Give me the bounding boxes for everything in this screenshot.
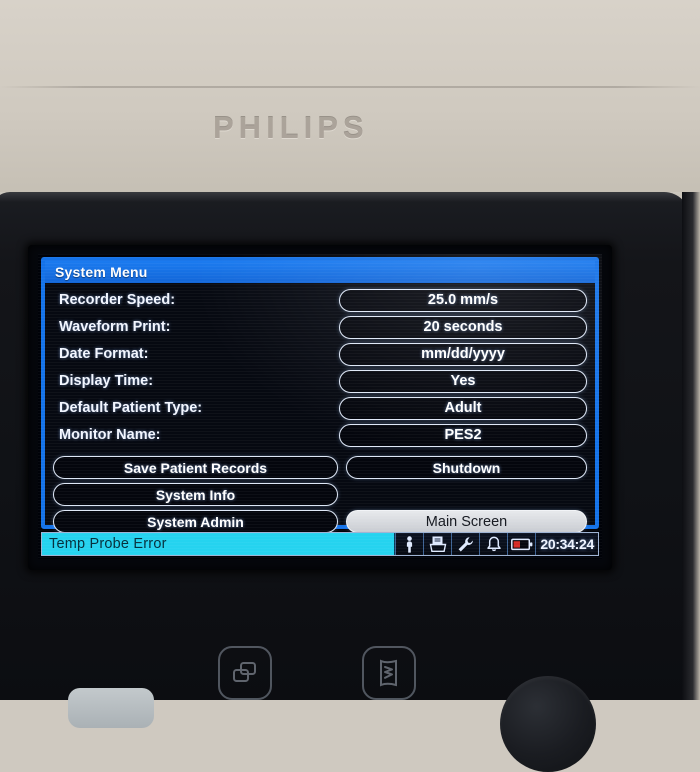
setting-label: Monitor Name: bbox=[59, 427, 161, 443]
main-screen-button[interactable]: Main Screen bbox=[346, 510, 587, 533]
bezel-seam bbox=[0, 86, 700, 88]
setting-label: Display Time: bbox=[59, 373, 154, 389]
device-top-bezel: PHILIPS bbox=[0, 0, 700, 196]
lcd-recess: System Menu Recorder Speed: 25.0 mm/s Wa… bbox=[28, 245, 612, 570]
setting-value: mm/dd/yyyy bbox=[421, 346, 505, 362]
setting-value: Yes bbox=[450, 373, 476, 389]
system-info-button[interactable]: System Info bbox=[53, 483, 338, 506]
clock-time: 20:34:24 bbox=[540, 536, 594, 552]
alarm-message-banner[interactable]: Temp Probe Error bbox=[42, 533, 396, 555]
monitor-name-value-button[interactable]: PES2 bbox=[339, 423, 587, 447]
action-column-right: Shutdown Main Screen bbox=[346, 456, 587, 533]
philips-logo: PHILIPS bbox=[213, 110, 369, 145]
setting-value: PES2 bbox=[444, 427, 482, 443]
lcd-screen: System Menu Recorder Speed: 25.0 mm/s Wa… bbox=[38, 254, 602, 559]
setting-row-display-time: Display Time: Yes bbox=[53, 368, 587, 394]
setting-row-date-format: Date Format: mm/dd/yyyy bbox=[53, 341, 587, 367]
shutdown-button[interactable]: Shutdown bbox=[346, 456, 587, 479]
menu-titlebar: System Menu bbox=[45, 261, 595, 283]
bell-icon[interactable] bbox=[479, 533, 508, 555]
setting-value: Adult bbox=[444, 400, 482, 416]
body-highlight bbox=[0, 192, 690, 202]
setting-row-default-patient-type: Default Patient Type: Adult bbox=[53, 395, 587, 421]
system-menu-panel: System Menu Recorder Speed: 25.0 mm/s Wa… bbox=[41, 257, 599, 533]
system-clock: 20:34:24 bbox=[535, 533, 598, 555]
setting-label: Recorder Speed: bbox=[59, 292, 176, 308]
waveform-strip-icon bbox=[380, 659, 397, 687]
date-format-value-button[interactable]: mm/dd/yyyy bbox=[339, 342, 587, 366]
setting-row-waveform-print: Waveform Print: 20 seconds bbox=[53, 314, 587, 340]
status-icon-group bbox=[395, 533, 536, 555]
setting-label: Default Patient Type: bbox=[59, 400, 203, 416]
action-buttons-area: Save Patient Records System Info System … bbox=[53, 456, 587, 533]
default-patient-type-value-button[interactable]: Adult bbox=[339, 396, 587, 420]
record-waveform-button[interactable] bbox=[362, 646, 416, 700]
setting-label: Waveform Print: bbox=[59, 319, 171, 335]
display-time-value-button[interactable]: Yes bbox=[339, 369, 587, 393]
action-spacer bbox=[346, 483, 587, 506]
setting-value: 20 seconds bbox=[423, 319, 503, 335]
screens-icon bbox=[233, 662, 256, 682]
system-admin-button[interactable]: System Admin bbox=[53, 510, 338, 533]
wrench-icon[interactable] bbox=[451, 533, 480, 555]
patient-monitor-device: PHILIPS System Menu Recorder Speed: 25.0… bbox=[0, 0, 700, 772]
recorder-speed-value-button[interactable]: 25.0 mm/s bbox=[339, 288, 587, 312]
screens-button[interactable] bbox=[218, 646, 272, 700]
soft-key-button[interactable] bbox=[68, 688, 154, 728]
printer-icon[interactable] bbox=[423, 533, 452, 555]
waveform-print-value-button[interactable]: 20 seconds bbox=[339, 315, 587, 339]
setting-row-monitor-name: Monitor Name: PES2 bbox=[53, 422, 587, 448]
save-patient-records-button[interactable]: Save Patient Records bbox=[53, 456, 338, 479]
setting-row-recorder-speed: Recorder Speed: 25.0 mm/s bbox=[53, 287, 587, 313]
battery-icon[interactable] bbox=[507, 533, 536, 555]
action-column-left: Save Patient Records System Info System … bbox=[53, 456, 338, 533]
setting-value: 25.0 mm/s bbox=[427, 292, 499, 308]
page-title: System Menu bbox=[55, 264, 148, 280]
status-bar: Temp Probe Error 20:34:24 bbox=[41, 532, 599, 556]
menu-body: Recorder Speed: 25.0 mm/s Waveform Print… bbox=[45, 283, 595, 533]
rotary-knob[interactable] bbox=[500, 676, 596, 772]
setting-label: Date Format: bbox=[59, 346, 149, 362]
alarm-message-text: Temp Probe Error bbox=[49, 536, 167, 552]
patient-icon[interactable] bbox=[395, 533, 424, 555]
device-right-edge bbox=[682, 192, 700, 700]
